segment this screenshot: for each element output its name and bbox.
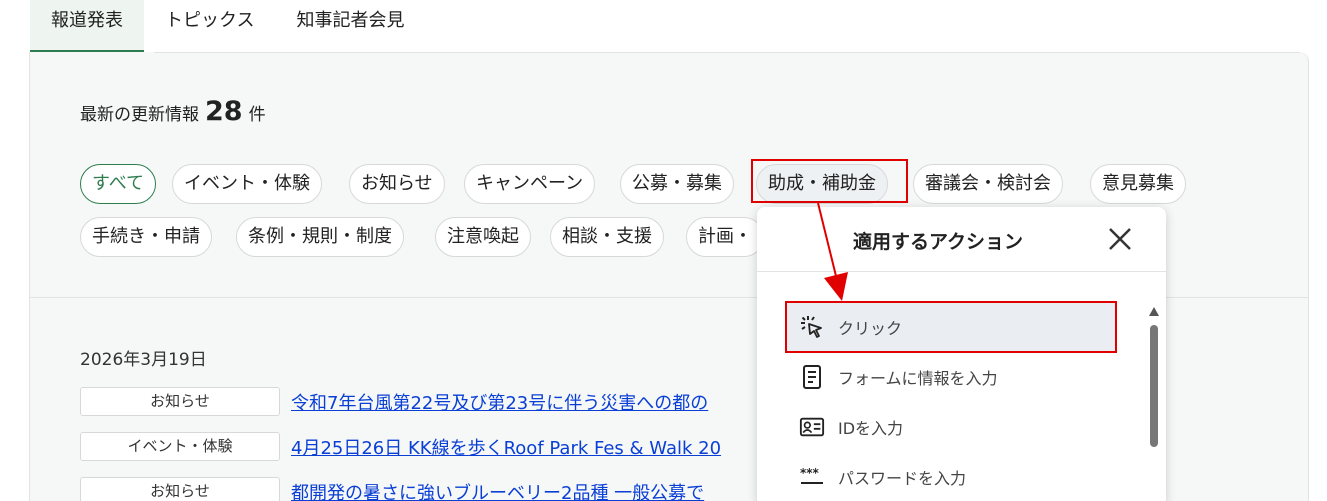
id-card-icon [799, 414, 825, 440]
news-link[interactable]: 都開発の暑さに強いブルーベリー2品種 一般公募で [291, 479, 704, 501]
update-info-suffix: 件 [248, 105, 266, 125]
action-enter-id[interactable]: IDを入力 [787, 403, 1117, 451]
filter-chip-recruitment[interactable]: 公募・募集 [620, 164, 734, 204]
filter-chip-consultation[interactable]: 相談・支援 [550, 217, 664, 257]
password-icon: *** [799, 464, 825, 490]
popup-scrollbar[interactable] [1148, 307, 1160, 501]
action-enter-password[interactable]: *** パスワードを入力 [787, 453, 1117, 501]
filter-chip-public-comment[interactable]: 意見募集 [1090, 164, 1186, 204]
action-label: IDを入力 [838, 419, 904, 438]
tab-bar: 報道発表 トピックス 知事記者会見 [30, 0, 425, 52]
scroll-thumb[interactable] [1150, 325, 1158, 447]
target-highlight-box [751, 159, 908, 203]
news-link[interactable]: 4月25日26日 KK線を歩くRoof Park Fes & Walk 20 [291, 434, 721, 460]
action-label: パスワードを入力 [838, 469, 967, 488]
popup-title: 適用するアクション [853, 231, 1024, 253]
category-badge: お知らせ [80, 387, 280, 416]
tab-governor-press-conference[interactable]: 知事記者会見 [275, 0, 425, 52]
filter-chip-procedures[interactable]: 手続き・申請 [80, 217, 212, 257]
update-info: 最新の更新情報 28 件 [80, 96, 266, 127]
popup-separator [757, 271, 1166, 272]
filter-chip-event[interactable]: イベント・体験 [172, 164, 322, 204]
filter-chip-campaign[interactable]: キャンペーン [464, 164, 596, 204]
category-badge: イベント・体験 [80, 432, 280, 461]
filter-chip-ordinances[interactable]: 条例・規則・制度 [236, 217, 404, 257]
filter-chip-all[interactable]: すべて [80, 164, 157, 204]
filter-chip-warning[interactable]: 注意喚起 [435, 217, 531, 257]
action-highlight-box [785, 301, 1117, 353]
action-popup: 適用するアクション クリック フォームに情報を入力 IDを入力 *** パスワー… [757, 207, 1166, 501]
close-icon[interactable] [1104, 223, 1136, 255]
scroll-up-arrow-icon[interactable] [1149, 307, 1159, 316]
svg-text:***: *** [800, 466, 820, 480]
filter-chip-council[interactable]: 審議会・検討会 [913, 164, 1063, 204]
action-label: フォームに情報を入力 [838, 369, 998, 388]
filter-chip-plans[interactable]: 計画・ [686, 217, 764, 257]
news-date: 2026年3月19日 [80, 350, 207, 370]
category-badge: お知らせ [80, 477, 280, 501]
news-link[interactable]: 令和7年台風第22号及び第23号に伴う災害への都の [291, 389, 708, 415]
filter-chip-notice[interactable]: お知らせ [349, 164, 445, 204]
tab-topics[interactable]: トピックス [144, 0, 275, 52]
tab-press-release[interactable]: 報道発表 [30, 0, 144, 52]
update-info-prefix: 最新の更新情報 [80, 105, 199, 125]
form-icon [799, 364, 825, 390]
action-fill-form[interactable]: フォームに情報を入力 [787, 353, 1117, 401]
panel-top-border [154, 52, 1300, 53]
update-count: 28 [205, 96, 243, 127]
